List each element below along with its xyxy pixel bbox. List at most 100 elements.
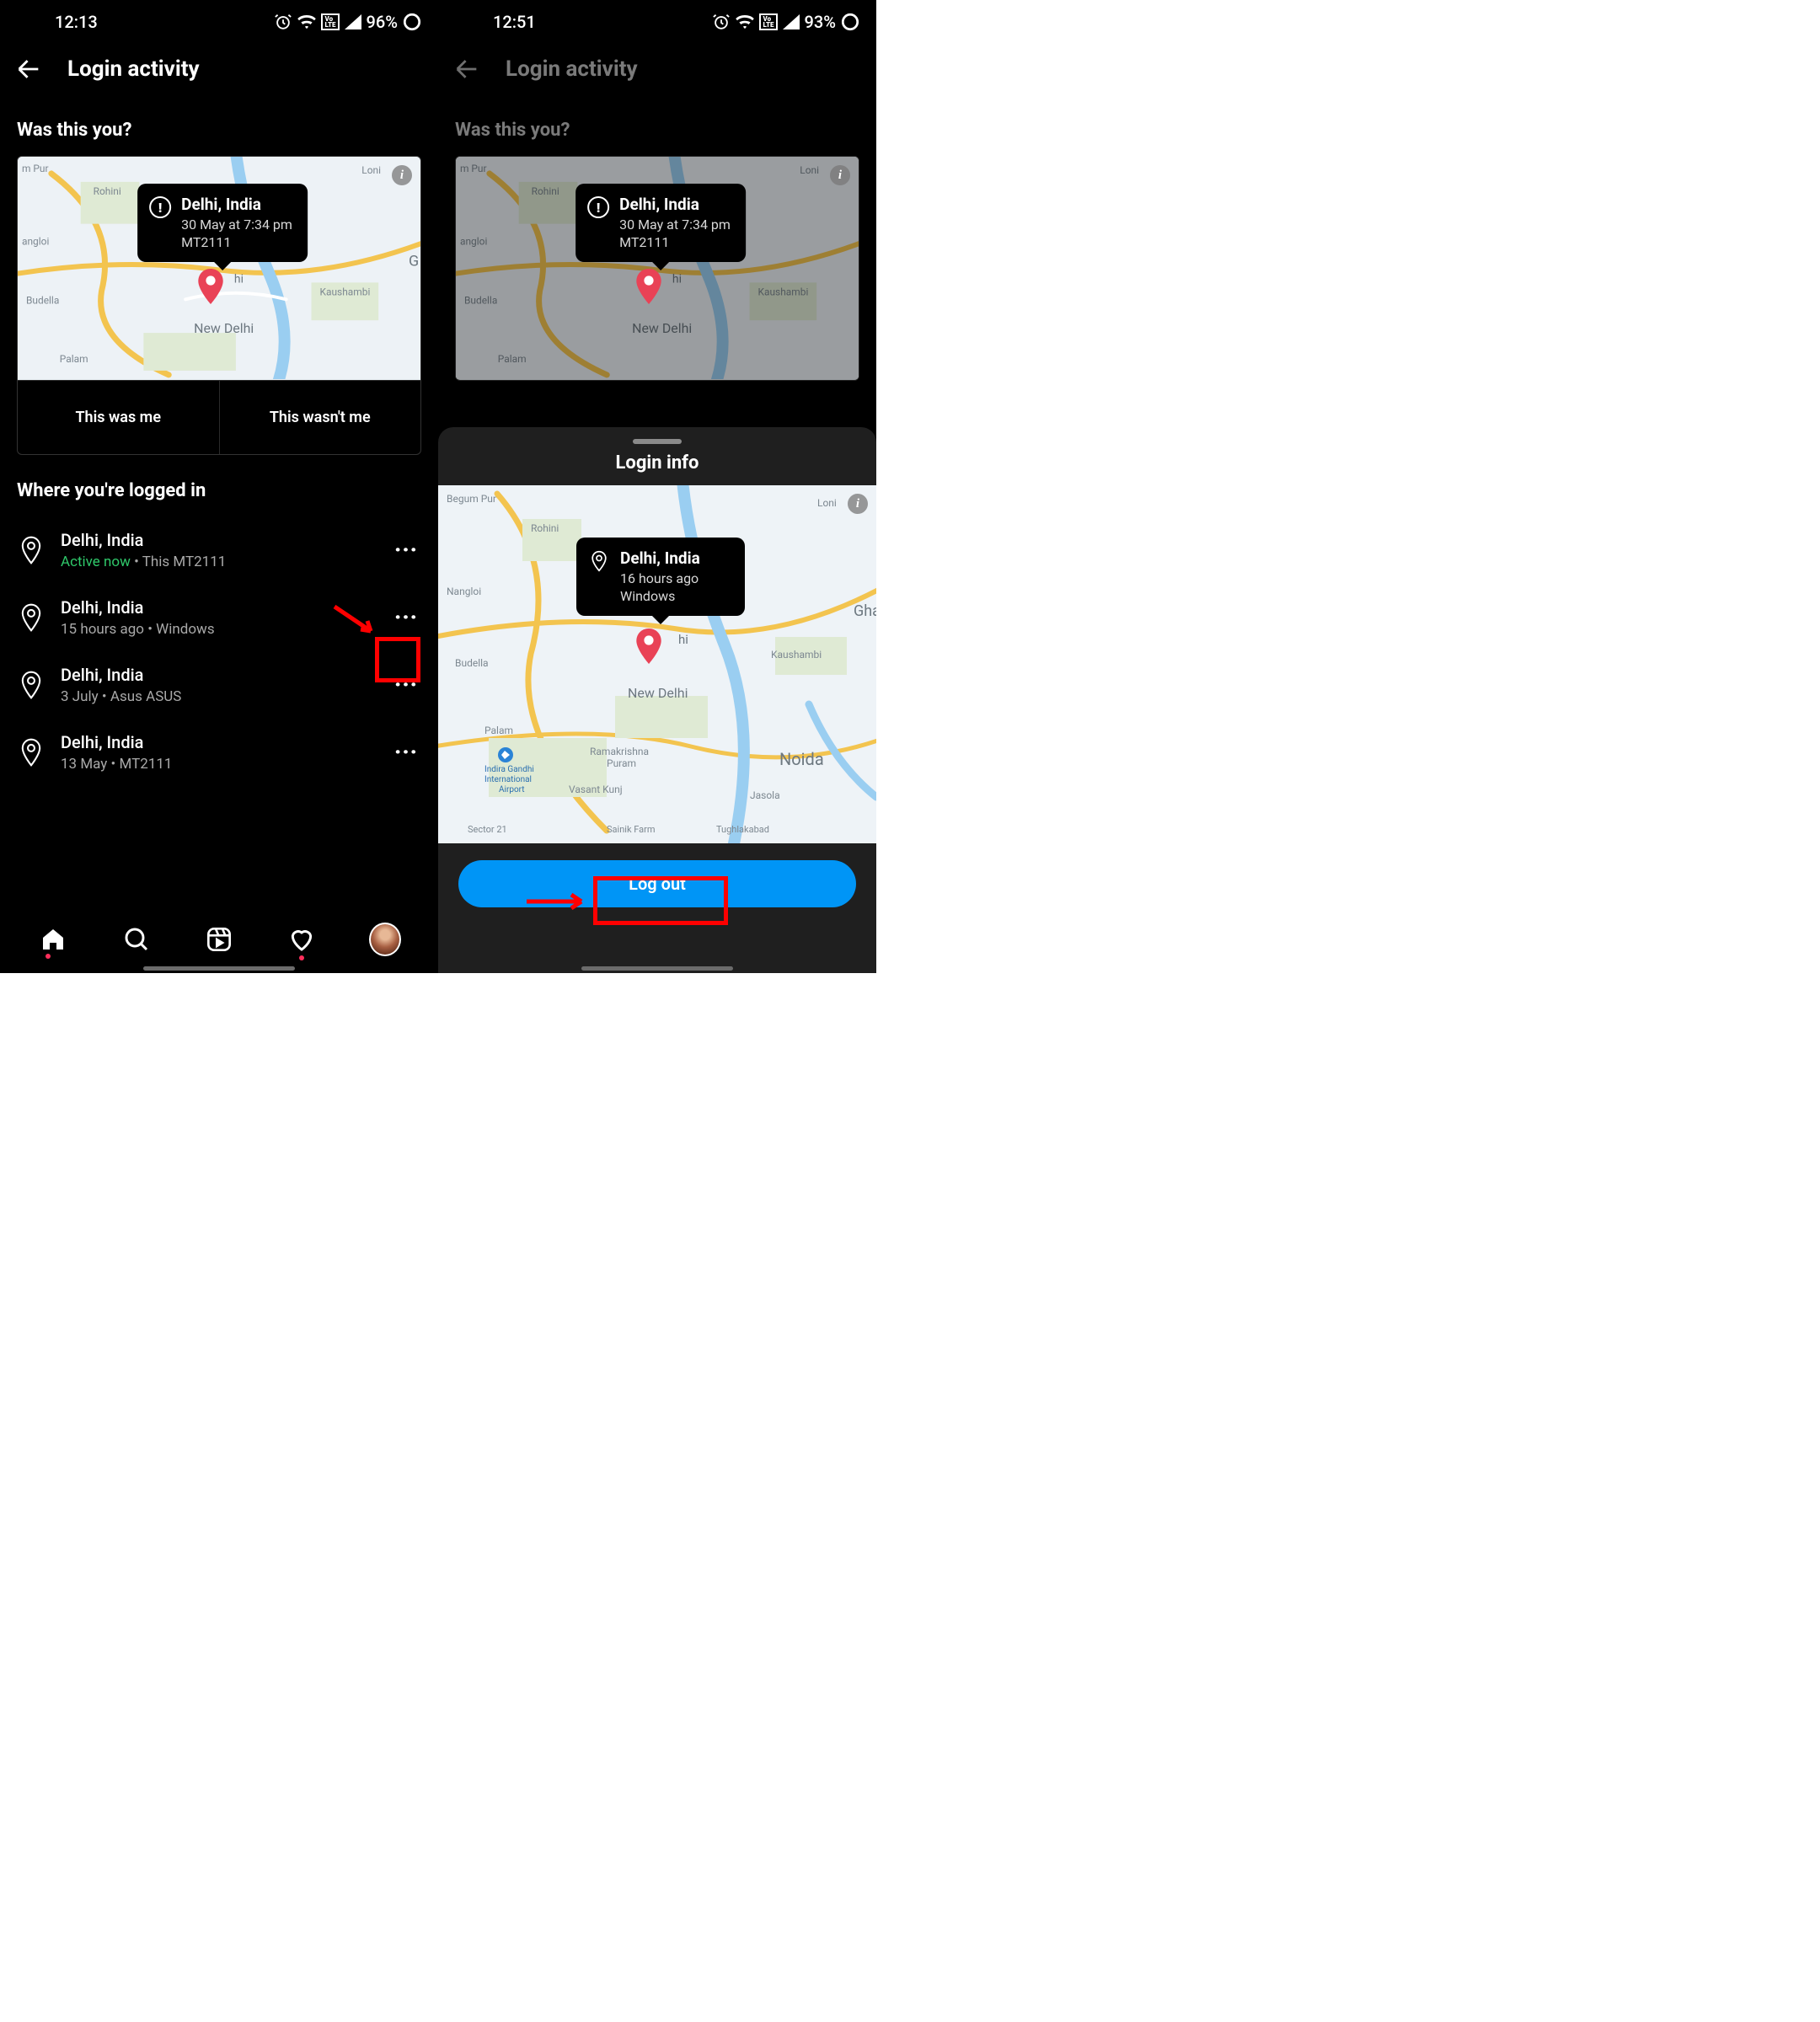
prompt-title: Was this you? — [438, 94, 876, 156]
svg-text:Kaushambi: Kaushambi — [319, 286, 370, 297]
session-more-button[interactable]: ··· — [391, 538, 421, 563]
battery-percent: 96% — [367, 12, 398, 32]
session-meta: 3 July • Asus ASUS — [61, 688, 376, 705]
activity-tab[interactable] — [286, 923, 318, 955]
svg-text:New Delhi: New Delhi — [194, 320, 254, 336]
sheet-drag-handle[interactable] — [633, 439, 682, 444]
battery-ring-icon — [841, 13, 859, 31]
svg-text:Rohini: Rohini — [531, 522, 559, 534]
tooltip-time: 30 May at 7:34 pm — [181, 216, 292, 234]
map-tooltip: ! Delhi, India 30 May at 7:34 pm MT2111 — [137, 184, 308, 262]
logged-in-title: Where you're logged in — [0, 455, 438, 516]
home-tab[interactable] — [37, 923, 69, 955]
annotation-arrow-icon — [522, 891, 590, 912]
session-location: Delhi, India — [61, 732, 376, 752]
svg-text:Nangloi: Nangloi — [447, 586, 481, 597]
annotation-highlight-box — [593, 876, 728, 925]
map-pin-icon — [634, 269, 663, 308]
svg-text:Noida: Noida — [779, 749, 824, 769]
svg-text:Begum Pur: Begum Pur — [447, 493, 496, 505]
session-meta: Active now • This MT2111 — [61, 554, 376, 570]
recent-login-card: m Pur Rohini Loni angloi Budella De hi K… — [17, 156, 421, 455]
tooltip-time: 16 hours ago — [620, 570, 700, 588]
alert-icon: ! — [587, 196, 609, 218]
back-button[interactable] — [13, 54, 44, 84]
svg-text:Vasant Kunj: Vasant Kunj — [569, 784, 623, 795]
was-me-button[interactable]: This was me — [18, 381, 219, 454]
status-bar: 12:51 VoLTE 93% — [438, 0, 876, 44]
svg-text:Rohini: Rohini — [94, 185, 121, 197]
location-pin-icon — [588, 550, 610, 572]
volte-icon: VoLTE — [759, 13, 777, 30]
session-row[interactable]: Delhi, India 3 July • Asus ASUS ··· — [17, 651, 421, 719]
gesture-bar — [143, 966, 295, 971]
status-icons: VoLTE 93% — [712, 12, 859, 32]
page-title: Login activity — [506, 56, 638, 82]
confirm-row: This was me This wasn't me — [18, 380, 420, 454]
alarm-icon — [712, 13, 731, 31]
alert-icon: ! — [149, 196, 171, 218]
wifi-icon — [736, 14, 754, 29]
battery-percent: 93% — [805, 12, 836, 32]
svg-text:Airport: Airport — [499, 785, 525, 794]
phone-screenshot-left: 12:13 VoLTE 96% Login activity Was this … — [0, 0, 438, 973]
map-tooltip: ! Delhi, India 30 May at 7:34 pm MT2111 — [575, 184, 746, 262]
signal-icon — [783, 14, 800, 29]
svg-text:hi: hi — [234, 272, 244, 286]
svg-text:G: G — [409, 252, 419, 270]
session-location: Delhi, India — [61, 530, 376, 550]
svg-text:m Pur: m Pur — [22, 163, 49, 174]
location-pin-icon — [17, 533, 46, 567]
tooltip-device: MT2111 — [619, 233, 731, 252]
svg-text:Puram: Puram — [607, 757, 636, 769]
login-sessions-list: Delhi, India Active now • This MT2111 ··… — [0, 516, 438, 786]
page-title: Login activity — [67, 56, 200, 82]
map-preview: m Pur Rohini Loni angloi Budella De hi K… — [456, 157, 859, 380]
map-pin-icon — [196, 269, 225, 308]
info-icon[interactable]: i — [848, 494, 868, 514]
recent-login-card: m Pur Rohini Loni angloi Budella De hi K… — [455, 156, 859, 381]
session-meta: 13 May • MT2111 — [61, 756, 376, 773]
search-tab[interactable] — [120, 923, 153, 955]
sheet-map[interactable]: Begum Pur Rohini Loni Nangloi Budella De… — [438, 485, 876, 843]
bottom-navigation — [0, 909, 438, 973]
location-pin-icon — [17, 668, 46, 702]
profile-tab[interactable] — [369, 923, 401, 955]
map-pin-icon — [634, 629, 663, 667]
annotation-highlight-box — [375, 637, 420, 682]
avatar — [369, 923, 401, 956]
session-row[interactable]: Delhi, India 13 May • MT2111 ··· — [17, 719, 421, 786]
back-button[interactable] — [452, 54, 482, 84]
svg-text:International: International — [484, 775, 532, 784]
location-pin-icon — [17, 736, 46, 769]
status-icons: VoLTE 96% — [274, 12, 421, 32]
wasnt-me-button[interactable]: This wasn't me — [220, 381, 421, 454]
session-more-button[interactable]: ··· — [391, 740, 421, 765]
location-pin-icon — [17, 601, 46, 634]
tooltip-location: Delhi, India — [619, 194, 731, 216]
session-row[interactable]: Delhi, India Active now • This MT2111 ··… — [17, 516, 421, 584]
phone-screenshot-right: 12:51 VoLTE 93% Login activity Was this … — [438, 0, 876, 973]
alarm-icon — [274, 13, 292, 31]
svg-text:Loni: Loni — [361, 164, 381, 176]
tooltip-time: 30 May at 7:34 pm — [619, 216, 731, 234]
svg-text:angloi: angloi — [22, 236, 49, 248]
svg-text:Ramakrishna: Ramakrishna — [590, 746, 649, 757]
svg-text:Palam: Palam — [484, 725, 513, 736]
battery-ring-icon — [403, 13, 421, 31]
map-preview[interactable]: m Pur Rohini Loni angloi Budella De hi K… — [18, 157, 420, 380]
tooltip-location: Delhi, India — [620, 548, 700, 570]
svg-text:Jasola: Jasola — [750, 789, 780, 801]
volte-icon: VoLTE — [321, 13, 339, 30]
wifi-icon — [297, 14, 316, 29]
reels-tab[interactable] — [203, 923, 235, 955]
tooltip-device: Windows — [620, 587, 700, 606]
svg-text:Gha: Gha — [854, 602, 876, 620]
status-time: 12:51 — [493, 12, 536, 32]
info-icon[interactable]: i — [392, 165, 412, 185]
tooltip-location: Delhi, India — [181, 194, 292, 216]
svg-text:hi: hi — [678, 632, 688, 647]
svg-text:Sainik Farm: Sainik Farm — [607, 824, 656, 835]
info-icon: i — [830, 165, 850, 185]
session-more-button[interactable]: ··· — [391, 605, 421, 630]
